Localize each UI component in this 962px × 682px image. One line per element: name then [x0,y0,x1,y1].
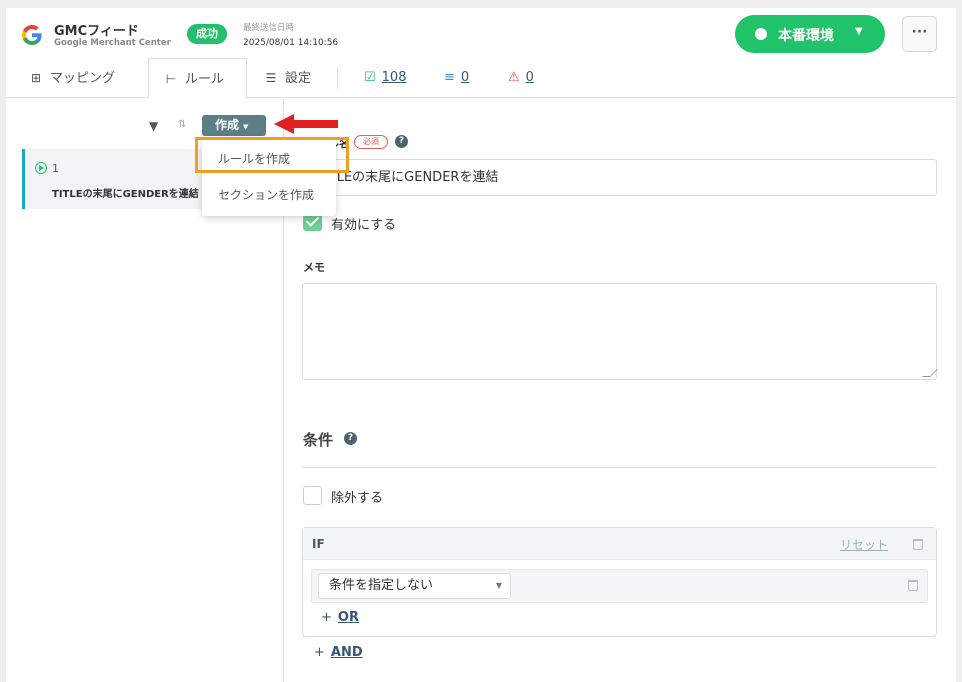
help-icon[interactable]: ? [344,432,357,445]
help-icon[interactable]: ? [395,135,408,148]
excluded-count-link[interactable]: ≡ 0 [444,58,469,98]
divider [302,467,937,468]
tab-bar: ⊞ マッピング ⊢ ルール ☰ 設定 ☑ 108 ≡ 0 ⚠ 0 [6,58,956,99]
create-button-label: 作成 [215,118,240,132]
last-sent-value: 2025/08/01 14:10:56 [243,38,339,48]
tab-mapping[interactable]: ⊞ マッピング [28,58,115,98]
if-condition-box: IF リセット 条件を指定しない ▼ + OR [302,527,937,637]
tab-rules[interactable]: ⊢ ルール [148,58,247,99]
rule-tree-icon: ⊢ [165,72,177,86]
conditions-title: 条件 [303,431,334,449]
ok-count-link[interactable]: ☑ 108 [364,58,406,98]
header: GMCフィード Google Merchant Center 成功 最終送信日時… [6,8,956,58]
rule-number: 1 [35,160,59,175]
warning-count: 0 [525,70,534,85]
if-label: IF [312,537,325,551]
filter-icon[interactable]: ▼ [149,119,158,133]
chevron-down-icon: ▼ [855,26,863,37]
check-list-icon: ☑ [364,70,376,85]
app-name: GMCフィード [54,24,139,39]
tab-mapping-label: マッピング [50,71,116,86]
create-button[interactable]: 作成 ▼ [202,115,266,136]
tab-divider [337,67,338,89]
last-sent-label: 最終送信日時 [243,23,295,33]
play-circle-icon [35,162,47,174]
reset-link[interactable]: リセット [840,536,888,553]
required-badge: 必須 [354,135,388,149]
caret-down-icon: ▼ [495,581,502,590]
trash-icon[interactable] [913,539,923,550]
status-badge: 成功 [187,24,227,44]
tab-rules-label: ルール [185,72,225,87]
environment-label: 本番環境 [778,28,834,44]
settings-sliders-icon: ☰ [265,71,277,85]
memo-textarea[interactable] [302,283,938,380]
google-logo-icon [22,25,42,45]
app-window: GMCフィード Google Merchant Center 成功 最終送信日時… [6,8,956,682]
plus-icon: + [314,645,325,660]
mapping-icon: ⊞ [30,71,42,85]
add-and-link[interactable]: + AND [314,645,363,660]
exclude-label: 除外する [331,491,384,506]
plus-icon: + [321,610,332,625]
tab-settings[interactable]: ☰ 設定 [263,58,311,98]
ok-count: 108 [381,70,407,85]
red-arrow-annotation [274,114,338,134]
and-label: AND [330,645,363,660]
enable-label: 有効にする [331,218,397,233]
condition-select-value: 条件を指定しない [329,578,434,593]
chevron-down-icon: ▼ [243,123,249,131]
memo-label: メモ [303,261,325,274]
environment-button[interactable]: 本番環境 ▼ [735,15,885,53]
if-header: IF リセット [303,528,936,560]
excluded-list-icon: ≡ [444,70,455,85]
warning-count-link[interactable]: ⚠ 0 [508,58,534,98]
excluded-count: 0 [460,70,470,85]
sort-icon[interactable]: ⇅ [178,119,186,130]
tab-settings-label: 設定 [285,71,312,86]
or-label: OR [337,610,359,625]
app-subtitle: Google Merchant Center [54,38,171,48]
rule-name-input[interactable]: TITLEの末尾にGENDERを連結 [302,159,937,196]
exclude-checkbox[interactable] [303,486,322,505]
more-options-button[interactable]: ··· [902,16,937,52]
warning-triangle-icon: ⚠ [508,70,520,85]
add-or-link[interactable]: + OR [321,610,359,625]
resize-grip-icon[interactable] [922,369,938,377]
rule-number-text: 1 [52,162,59,175]
status-dot-icon [755,28,767,40]
condition-select[interactable]: 条件を指定しない ▼ [318,573,511,599]
highlight-box [195,137,349,173]
menu-item-create-section[interactable]: セクションを作成 [202,178,336,212]
condition-row: 条件を指定しない ▼ [311,569,928,603]
trash-icon[interactable] [908,580,918,591]
